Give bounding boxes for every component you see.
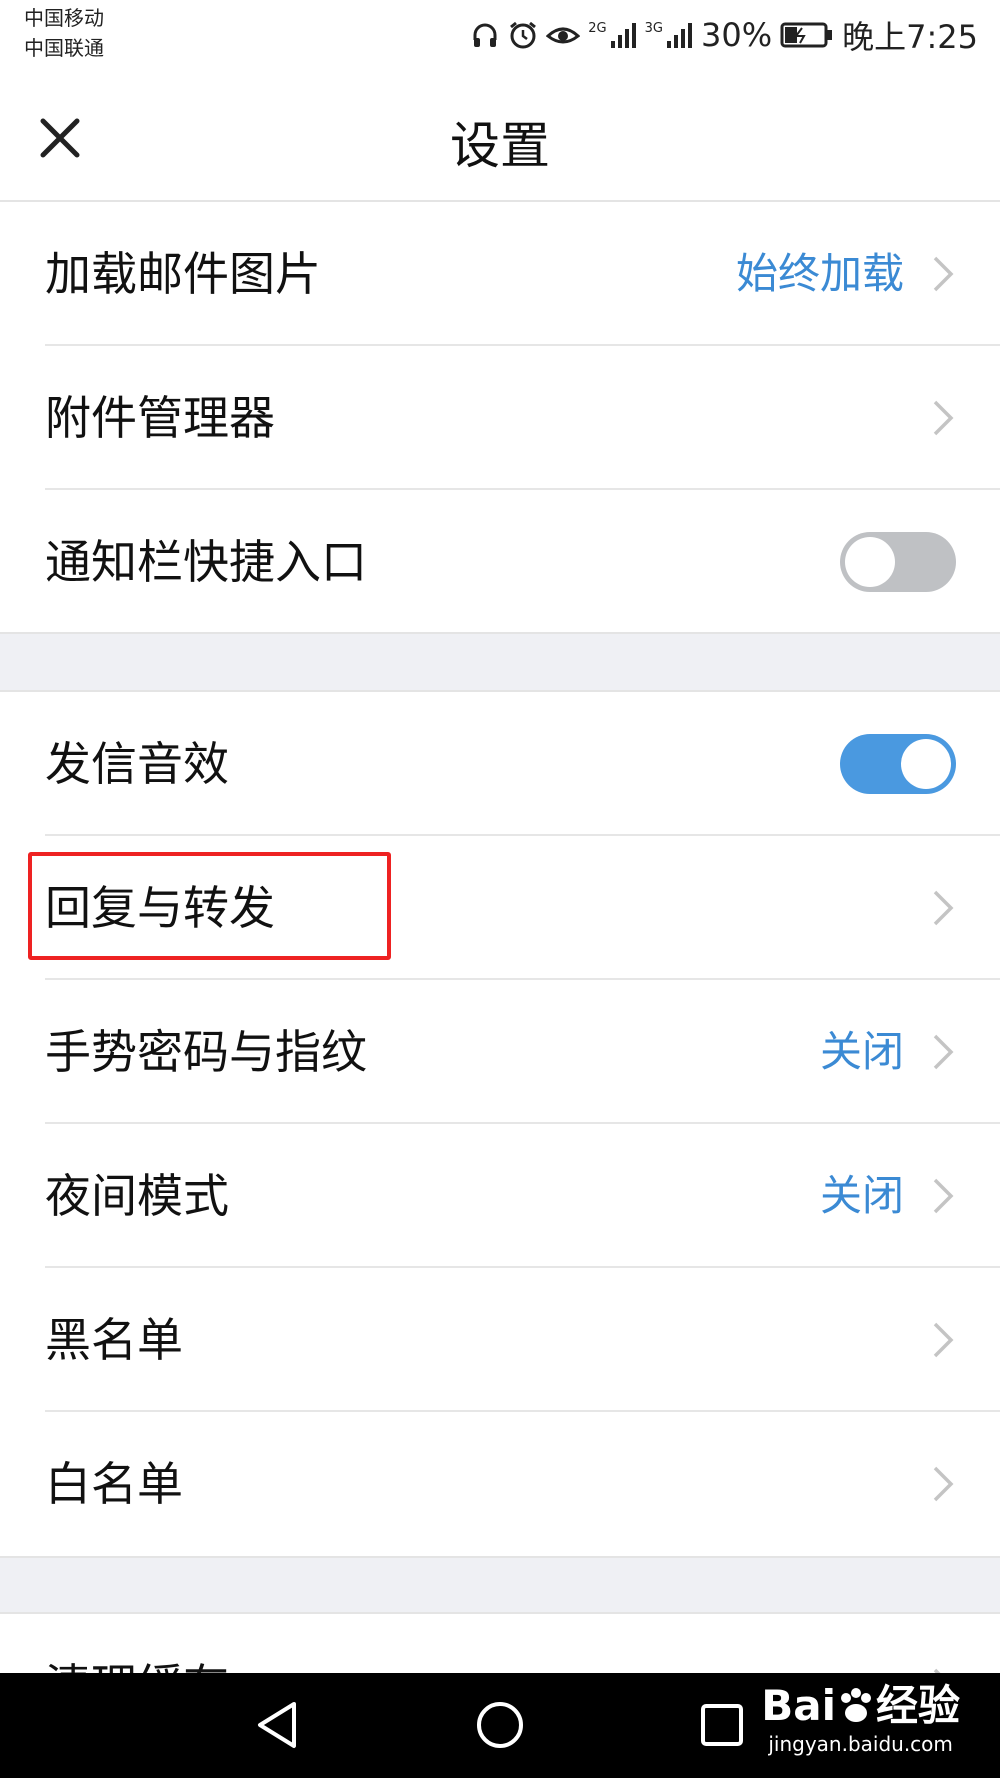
highlight-box [28, 852, 391, 960]
chevron-right-icon [933, 1034, 954, 1070]
toggle-knob [901, 739, 951, 789]
send-sound-toggle[interactable] [840, 734, 956, 794]
status-icons: 2G 3G 30% 晚上7:25 [470, 12, 978, 58]
chevron-right-icon [933, 1668, 941, 1673]
home-circle-icon [477, 1702, 523, 1748]
back-triangle-icon [258, 1702, 296, 1748]
setting-label: 加载邮件图片 [45, 247, 321, 301]
carrier-1: 中国移动 [24, 6, 104, 30]
alarm-icon [510, 21, 537, 49]
chevron-right-icon [933, 1322, 954, 1358]
chevron-right-icon [933, 890, 954, 926]
signal-bars-icon [610, 23, 636, 48]
headphone-icon [473, 23, 497, 47]
setting-attachment-manager[interactable]: 附件管理器 [0, 346, 1000, 490]
toggle-knob [845, 537, 895, 587]
page-title: 设置 [450, 117, 550, 175]
setting-night-mode[interactable]: 夜间模式 关闭 [0, 1124, 1000, 1268]
chevron-right-icon [933, 400, 954, 436]
chevron-right-icon [933, 256, 954, 292]
recents-button[interactable] [692, 1695, 752, 1755]
app-header: 设置 [0, 70, 1000, 202]
section-gap [0, 1556, 1000, 1614]
clock: 晚上7:25 [842, 18, 978, 56]
setting-label: 附件管理器 [45, 391, 275, 445]
setting-label: 夜间模式 [45, 1169, 229, 1223]
chevron-right-icon [933, 1178, 954, 1214]
setting-value: 始终加载 [735, 249, 904, 298]
setting-value: 关闭 [819, 1027, 904, 1076]
signal-3g: 3G [645, 21, 693, 49]
system-nav-bar: Bai 经验 jingyan.baidu.com [0, 1673, 1000, 1778]
signal-bars-icon [667, 23, 692, 48]
section-gap [0, 632, 1000, 692]
watermark-brand: Bai [761, 1681, 836, 1730]
setting-notification-shortcut: 通知栏快捷入口 [0, 490, 1000, 634]
setting-send-sound: 发信音效 [0, 692, 1000, 836]
watermark-brand2: 经验 [875, 1681, 960, 1730]
setting-gesture-password[interactable]: 手势密码与指纹 关闭 [0, 980, 1000, 1124]
signal-2g: 2G [588, 21, 636, 49]
chevron-right-icon [933, 1466, 954, 1502]
carrier-2: 中国联通 [24, 36, 104, 60]
setting-label: 手势密码与指纹 [45, 1025, 367, 1079]
baidu-watermark: Bai 经验 jingyan.baidu.com [761, 1681, 960, 1757]
setting-blacklist[interactable]: 黑名单 [0, 1268, 1000, 1412]
setting-label: 白名单 [45, 1457, 183, 1511]
home-button[interactable] [470, 1695, 530, 1755]
setting-load-images[interactable]: 加载邮件图片 始终加载 [0, 202, 1000, 346]
setting-clear-cache[interactable]: 清理缓存 [0, 1614, 1000, 1673]
setting-label: 黑名单 [45, 1313, 183, 1367]
eye-icon [546, 27, 581, 44]
watermark-url: jingyan.baidu.com [768, 1732, 953, 1756]
battery-percent: 30% [701, 16, 773, 54]
setting-label: 发信音效 [45, 737, 229, 791]
status-bar: 中国移动 中国联通 2G 3G 30% 晚上7:25 [0, 0, 1000, 70]
setting-value: 关闭 [819, 1171, 904, 1220]
setting-label: 通知栏快捷入口 [45, 535, 367, 589]
paw-icon [840, 1688, 871, 1722]
back-button[interactable] [248, 1695, 308, 1755]
notification-shortcut-toggle[interactable] [840, 532, 956, 592]
setting-whitelist[interactable]: 白名单 [0, 1412, 1000, 1556]
setting-label: 清理缓存 [45, 1614, 229, 1673]
battery-charging-icon [780, 22, 833, 48]
recents-square-icon [701, 1704, 743, 1746]
